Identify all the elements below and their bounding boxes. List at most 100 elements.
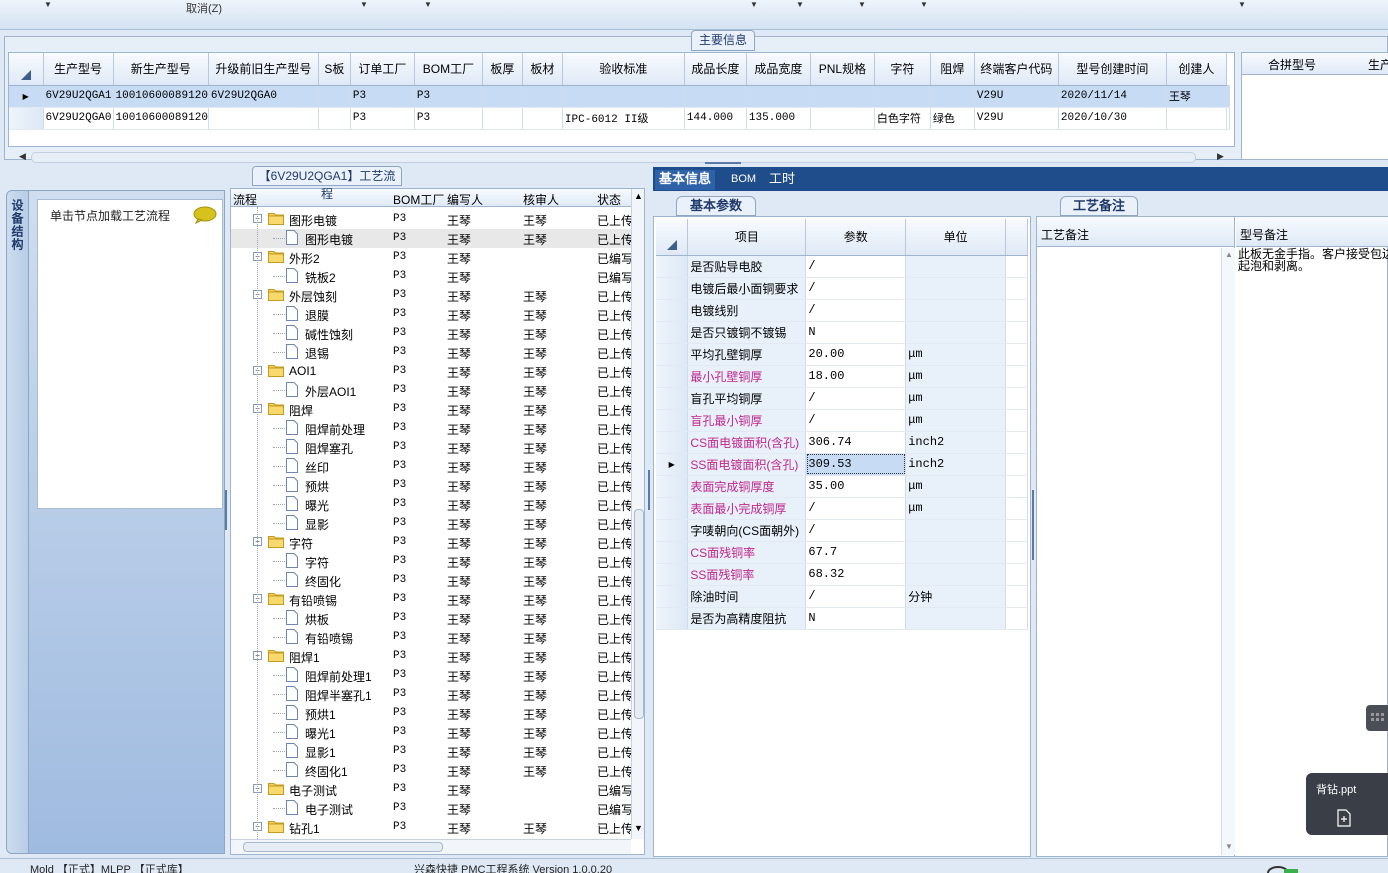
table-cell[interactable] <box>482 107 523 130</box>
param-row[interactable]: CS面电镀面积(含孔) 306.74 inch2 <box>656 431 1028 454</box>
table-cell[interactable]: 10010600089120 <box>113 85 209 108</box>
row-header[interactable] <box>656 541 689 564</box>
table-cell[interactable] <box>318 85 351 108</box>
tree-node[interactable]: 曝光1 P3 王琴 王琴 已上传 <box>231 723 631 742</box>
param-value[interactable]: / <box>805 497 907 520</box>
column-header[interactable]: 流程 <box>233 191 257 208</box>
param-row[interactable]: 字唛朝向(CS面朝外) / <box>656 519 1028 542</box>
process-notes-tab[interactable]: 工艺备注 <box>1060 196 1138 216</box>
param-row[interactable]: 是否为高精度阻抗 N <box>656 607 1028 630</box>
row-header[interactable] <box>656 519 689 542</box>
param-value[interactable]: 18.00 <box>805 365 907 388</box>
merge-column-header[interactable]: 生产 <box>1368 56 1388 73</box>
table-cell[interactable]: 6V29U2QGA0 <box>208 85 319 108</box>
row-header[interactable] <box>656 343 689 366</box>
table-cell[interactable] <box>810 85 875 108</box>
table-cell[interactable]: V29U <box>974 107 1059 130</box>
column-header[interactable]: 项目 <box>687 219 807 256</box>
param-value[interactable]: 306.74 <box>805 431 907 454</box>
tree-node[interactable]: 终固化 P3 王琴 王琴 已上传 <box>231 571 631 590</box>
row-header[interactable] <box>656 387 689 410</box>
tree-node[interactable]: 阻焊前处理 P3 王琴 王琴 已上传 <box>231 419 631 438</box>
scroll-thumb[interactable] <box>634 509 644 719</box>
row-header[interactable] <box>656 431 689 454</box>
tree-node[interactable]: 外层AOI1 P3 王琴 王琴 已上传 <box>231 381 631 400</box>
column-header[interactable]: 单位 <box>905 219 1007 256</box>
table-cell[interactable]: 王琴 <box>1166 85 1227 108</box>
column-header[interactable]: PNL规格 <box>810 53 875 86</box>
table-cell[interactable]: 2020/11/14 <box>1058 85 1167 108</box>
tree-node-group[interactable]: − 有铅喷锡 P3 王琴 王琴 已上传 <box>231 590 631 609</box>
process-tree[interactable]: − 图形电镀 P3 王琴 王琴 已上传 图形电镀 P3 王琴 王琴 已上传 − 外形2 P3 王琴 已编写 铣板… <box>231 207 631 839</box>
table-cell[interactable] <box>318 107 351 130</box>
tree-node[interactable]: 预烘 P3 王琴 王琴 已上传 <box>231 476 631 495</box>
param-value[interactable]: / <box>805 585 907 608</box>
row-header[interactable] <box>656 563 689 586</box>
dropdown-arrow-icon[interactable]: ▼ <box>424 0 432 9</box>
tree-node-group[interactable]: − 阻焊 P3 王琴 王琴 已上传 <box>231 400 631 419</box>
tree-node[interactable]: 终固化1 P3 王琴 王琴 已上传 <box>231 761 631 780</box>
horizontal-scrollbar[interactable]: ◀ ▶ <box>19 150 1232 165</box>
row-header[interactable] <box>656 585 689 608</box>
param-value[interactable]: / <box>805 299 907 322</box>
tree-node[interactable]: 曝光 P3 王琴 王琴 已上传 <box>231 495 631 514</box>
column-header[interactable]: 编写人 <box>447 191 483 208</box>
param-row[interactable]: CS面残铜率 67.7 <box>656 541 1028 564</box>
tree-node-group[interactable]: − 图形电镀 P3 王琴 王琴 已上传 <box>231 210 631 229</box>
param-row[interactable]: 盲孔最小铜厚 / μm <box>656 409 1028 432</box>
dropdown-arrow-icon[interactable]: ▼ <box>796 0 804 9</box>
speech-bubble-icon[interactable] <box>193 206 217 224</box>
row-header[interactable] <box>656 607 689 630</box>
params-grid[interactable]: 项目 参数 单位 是否贴导电胶 / 电镀后最小面铜要求 / 电镀线别 / 是否只镀铜不镀锡 N… <box>656 219 1028 630</box>
tree-node[interactable]: 显影 P3 王琴 王琴 已上传 <box>231 514 631 533</box>
tree-node[interactable]: 退膜 P3 王琴 王琴 已上传 <box>231 305 631 324</box>
column-header[interactable]: 工艺备注 <box>1037 217 1234 247</box>
row-header[interactable] <box>656 475 689 498</box>
column-header[interactable]: 板材 <box>522 53 563 86</box>
row-header[interactable] <box>656 409 689 432</box>
row-header[interactable] <box>9 107 44 130</box>
table-cell[interactable] <box>746 85 811 108</box>
column-header[interactable]: 新生产型号 <box>113 53 209 86</box>
table-cell[interactable] <box>930 85 975 108</box>
equipment-structure-tab[interactable]: 设备结构 <box>6 190 30 854</box>
scroll-down-icon[interactable]: ▼ <box>634 823 643 833</box>
table-cell[interactable]: 2020/10/30 <box>1058 107 1167 130</box>
table-cell[interactable]: 6V29U2QGA1 <box>43 85 114 108</box>
table-cell[interactable]: P3 <box>414 107 483 130</box>
equipment-tree[interactable]: 单击节点加载工艺流程 <box>37 199 223 509</box>
column-header[interactable]: 状态 <box>597 191 621 208</box>
grid-corner[interactable] <box>9 53 44 86</box>
tree-node[interactable]: 电子测试 P3 王琴 已编写 <box>231 799 631 818</box>
column-header[interactable]: 板厚 <box>482 53 523 86</box>
table-cell[interactable]: 6V29U2QGA0 <box>43 107 114 130</box>
param-row[interactable]: 盲孔平均铜厚 / μm <box>656 387 1028 410</box>
param-row[interactable]: 最小孔壁铜厚 18.00 μm <box>656 365 1028 388</box>
param-value[interactable]: / <box>805 277 907 300</box>
scroll-left-icon[interactable]: ◀ <box>19 151 26 162</box>
param-row[interactable]: 是否只镀铜不镀锡 N <box>656 321 1028 344</box>
param-row[interactable]: 表面完成铜厚度 35.00 μm <box>656 475 1028 498</box>
dropdown-arrow-icon[interactable]: ▼ <box>44 0 52 9</box>
scroll-up-icon[interactable]: ▲ <box>1225 250 1233 259</box>
tree-node-group[interactable]: − 外形2 P3 王琴 已编写 <box>231 248 631 267</box>
row-header[interactable] <box>656 497 689 520</box>
column-header[interactable]: 生产型号 <box>43 53 114 86</box>
dropdown-arrow-icon[interactable]: ▼ <box>920 0 928 9</box>
tree-node[interactable]: 阻焊半塞孔1 P3 王琴 王琴 已上传 <box>231 685 631 704</box>
grid-corner[interactable] <box>656 219 689 256</box>
tab-basic-info[interactable]: 基本信息 <box>655 170 716 190</box>
tree-node-group[interactable]: − 阻焊1 P3 王琴 王琴 已上传 <box>231 647 631 666</box>
column-header[interactable]: 成品宽度 <box>746 53 811 86</box>
table-cell[interactable] <box>562 85 685 108</box>
tab-work-hours[interactable]: 工时 <box>765 170 799 190</box>
process-flow-tab[interactable]: 【6V29U2QGA1】工艺流程 <box>252 166 402 201</box>
param-row[interactable]: 表面最小完成铜厚 / μm <box>656 497 1028 520</box>
param-value[interactable]: / <box>805 387 907 410</box>
column-header[interactable]: 字符 <box>874 53 931 86</box>
tree-node-group[interactable]: − 外层蚀刻 P3 王琴 王琴 已上传 <box>231 286 631 305</box>
row-header[interactable] <box>656 277 689 300</box>
param-row[interactable]: 是否贴导电胶 / <box>656 255 1028 278</box>
table-cell[interactable] <box>1166 107 1227 130</box>
param-value[interactable]: / <box>805 409 907 432</box>
